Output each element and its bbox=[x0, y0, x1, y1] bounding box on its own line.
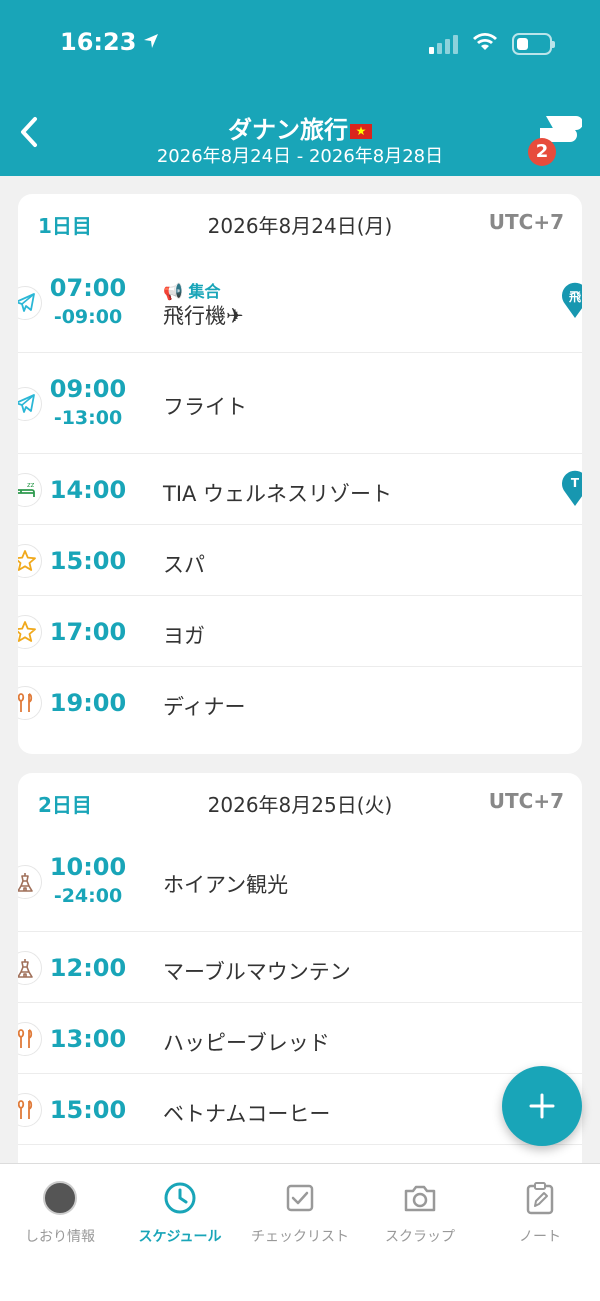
signal-icon bbox=[429, 34, 458, 54]
item-title: TIA ウェルネスリゾート bbox=[163, 482, 393, 506]
schedule-item[interactable]: 10:00 -24:00 ホイアン観光 bbox=[18, 831, 582, 932]
star-icon bbox=[18, 615, 42, 649]
day-card-2: 2日目 2026年8月25日(火) UTC+7 10:00 -24:00 ホイア… bbox=[18, 773, 582, 1193]
tab-label: スクラップ bbox=[385, 1229, 455, 1245]
schedule-item[interactable]: zz 14:00 TIA ウェルネスリゾート T bbox=[18, 454, 582, 525]
item-title: ヨガ bbox=[163, 624, 205, 648]
schedule-item[interactable]: 15:00 ベトナムコーヒー bbox=[18, 1074, 582, 1145]
item-title: ハッピーブレッド bbox=[163, 1031, 330, 1055]
megaphone-icon: 📢 bbox=[163, 282, 183, 301]
item-start-time: 14:00 bbox=[49, 476, 127, 504]
status-time: 16:23 bbox=[60, 28, 160, 56]
item-title: マーブルマウンテン bbox=[163, 960, 351, 984]
app-header: 16:23 ダナン旅行 ★ 2026年8月24日 - 2026年8月28日 2 bbox=[0, 0, 600, 176]
tab-label: ノート bbox=[519, 1229, 561, 1245]
tab-label: しおり情報 bbox=[25, 1229, 95, 1245]
svg-text:zz: zz bbox=[27, 481, 35, 489]
day-timezone: UTC+7 bbox=[488, 210, 564, 234]
schedule-item[interactable]: 09:00 -13:00 フライト bbox=[18, 353, 582, 454]
schedule-item[interactable]: 19:00 ディナー bbox=[18, 667, 582, 738]
tab-itinerary-info[interactable]: しおり情報 bbox=[0, 1180, 120, 1246]
tab-label: スケジュール bbox=[138, 1229, 222, 1245]
tab-label: チェックリスト bbox=[251, 1229, 349, 1245]
day-header: 1日目 2026年8月24日(月) UTC+7 bbox=[18, 194, 582, 252]
plus-icon bbox=[529, 1093, 555, 1119]
day-card-1: 1日目 2026年8月24日(月) UTC+7 07:00 -09:00 📢 集… bbox=[18, 194, 582, 754]
item-start-time: 15:00 bbox=[49, 547, 127, 575]
camera-icon bbox=[404, 1185, 436, 1212]
item-end-time: -09:00 bbox=[53, 306, 123, 328]
note-edit-icon bbox=[526, 1182, 554, 1215]
item-start-time: 07:00 bbox=[49, 274, 127, 302]
chat-badge: 2 bbox=[528, 138, 556, 166]
tab-scrap[interactable]: スクラップ bbox=[360, 1180, 480, 1246]
item-start-time: 12:00 bbox=[49, 954, 127, 982]
star-icon bbox=[18, 544, 42, 578]
wifi-icon bbox=[472, 32, 498, 56]
food-icon bbox=[18, 1093, 42, 1127]
item-start-time: 09:00 bbox=[49, 375, 127, 403]
page-title: ダナン旅行 ★ bbox=[0, 110, 600, 145]
clock-icon bbox=[164, 1182, 196, 1214]
bottom-tab-bar: しおり情報 スケジュール チェックリスト スクラップ ノート bbox=[0, 1163, 600, 1301]
battery-icon bbox=[512, 33, 555, 55]
vietnam-flag-icon: ★ bbox=[350, 123, 372, 139]
item-title: スパ bbox=[163, 553, 205, 577]
landmark-icon bbox=[18, 951, 42, 985]
avatar bbox=[43, 1181, 77, 1215]
airplane-icon bbox=[18, 286, 42, 320]
food-icon bbox=[18, 686, 42, 720]
item-start-time: 10:00 bbox=[49, 853, 127, 881]
item-title: フライト bbox=[163, 395, 247, 419]
day-timezone: UTC+7 bbox=[488, 789, 564, 813]
add-item-button[interactable] bbox=[502, 1066, 582, 1146]
item-start-time: 19:00 bbox=[49, 689, 127, 717]
map-pin-icon[interactable]: T bbox=[559, 470, 582, 508]
map-pin-icon[interactable]: 飛 bbox=[559, 282, 582, 320]
schedule-item[interactable]: 15:00 スパ bbox=[18, 525, 582, 596]
location-arrow-icon bbox=[142, 28, 160, 56]
schedule-item[interactable]: 13:00 ハッピーブレッド bbox=[18, 1003, 582, 1074]
item-title: 飛行機✈ bbox=[163, 304, 244, 328]
item-start-time: 15:00 bbox=[49, 1096, 127, 1124]
tab-note[interactable]: ノート bbox=[480, 1180, 600, 1246]
item-title: ディナー bbox=[163, 695, 246, 719]
item-title: ホイアン観光 bbox=[163, 873, 289, 897]
bed-icon: zz bbox=[18, 473, 42, 507]
item-tag: 📢 集合 bbox=[163, 282, 221, 301]
schedule-item[interactable]: 17:00 ヨガ bbox=[18, 596, 582, 667]
checkbox-icon bbox=[286, 1184, 314, 1212]
status-icons bbox=[429, 32, 555, 56]
item-end-time: -13:00 bbox=[53, 407, 123, 429]
airplane-icon bbox=[18, 387, 42, 421]
tab-checklist[interactable]: チェックリスト bbox=[240, 1180, 360, 1246]
day-header: 2日目 2026年8月25日(火) UTC+7 bbox=[18, 773, 582, 831]
item-title: ベトナムコーヒー bbox=[163, 1102, 331, 1126]
tab-schedule[interactable]: スケジュール bbox=[120, 1180, 240, 1246]
schedule-item[interactable]: 12:00 マーブルマウンテン bbox=[18, 932, 582, 1003]
item-end-time: -24:00 bbox=[53, 885, 123, 907]
schedule-item[interactable]: 07:00 -09:00 📢 集合 飛行機✈ 飛 bbox=[18, 252, 582, 353]
food-icon bbox=[18, 1022, 42, 1056]
item-start-time: 17:00 bbox=[49, 618, 127, 646]
landmark-icon bbox=[18, 865, 42, 899]
trip-date-range: 2026年8月24日 - 2026年8月28日 bbox=[156, 146, 444, 167]
item-start-time: 13:00 bbox=[49, 1025, 127, 1053]
